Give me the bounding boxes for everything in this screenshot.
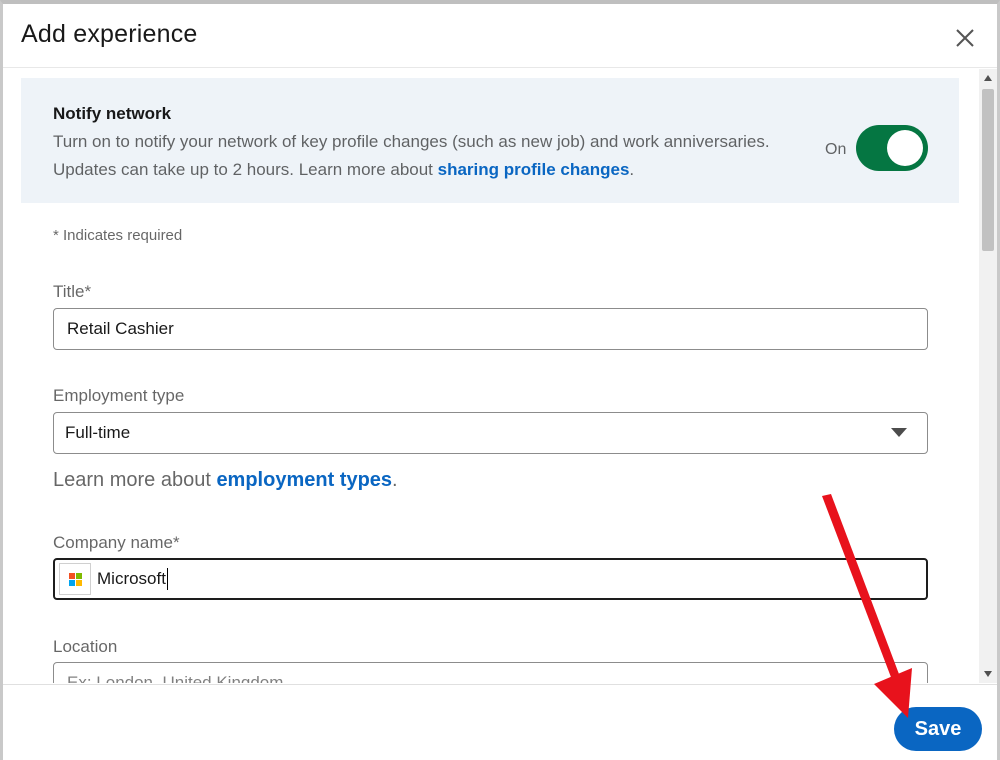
dialog: Add experience Notify network Turn on to… <box>0 0 1000 760</box>
learn-prefix: Learn more about <box>53 469 217 491</box>
scroll-down-arrow-icon[interactable] <box>984 671 992 677</box>
notify-network-panel: Notify network Turn on to notify your ne… <box>21 78 959 203</box>
close-icon <box>956 29 974 47</box>
sharing-profile-changes-link[interactable]: sharing profile changes <box>438 160 630 179</box>
employment-type-select[interactable]: Full-time <box>53 412 928 454</box>
location-placeholder: Ex: London, United Kingdom <box>67 673 284 683</box>
content-scrollbar[interactable] <box>979 69 997 683</box>
location-input[interactable]: Ex: London, United Kingdom <box>53 662 928 683</box>
notify-title: Notify network <box>53 104 172 123</box>
employment-type-value: Full-time <box>65 423 131 442</box>
company-name-input[interactable]: Microsoft <box>53 558 928 600</box>
scroll-thumb[interactable] <box>982 89 994 251</box>
dialog-title: Add experience <box>21 20 198 48</box>
dialog-footer: Save <box>3 684 997 760</box>
employment-type-label: Employment type <box>53 386 185 405</box>
notify-period: . <box>629 160 635 179</box>
company-name-label: Company name* <box>53 533 180 552</box>
title-input-value: Retail Cashier <box>67 319 174 338</box>
title-label: Title* <box>53 282 92 301</box>
notify-network-toggle[interactable] <box>856 125 928 171</box>
dialog-header: Add experience <box>3 4 997 68</box>
chevron-down-icon <box>891 428 907 437</box>
close-button[interactable] <box>947 20 983 56</box>
scroll-up-arrow-icon[interactable] <box>984 75 992 81</box>
company-name-value: Microsoft <box>97 569 166 588</box>
toggle-knob <box>887 130 923 166</box>
title-input[interactable]: Retail Cashier <box>53 308 928 350</box>
text-cursor <box>166 568 168 590</box>
learn-suffix: . <box>392 469 398 491</box>
dialog-content: Notify network Turn on to notify your ne… <box>3 69 979 683</box>
notify-description-text: Turn on to notify your network of key pr… <box>53 132 770 179</box>
save-button[interactable]: Save <box>894 707 982 751</box>
notify-description: Turn on to notify your network of key pr… <box>53 128 813 184</box>
required-note: * Indicates required <box>53 227 183 244</box>
toggle-state-label: On <box>825 141 847 158</box>
employment-types-link[interactable]: employment types <box>216 469 392 491</box>
microsoft-logo-icon <box>59 563 91 595</box>
employment-types-help: Learn more about employment types. <box>53 469 398 492</box>
location-label: Location <box>53 637 118 656</box>
